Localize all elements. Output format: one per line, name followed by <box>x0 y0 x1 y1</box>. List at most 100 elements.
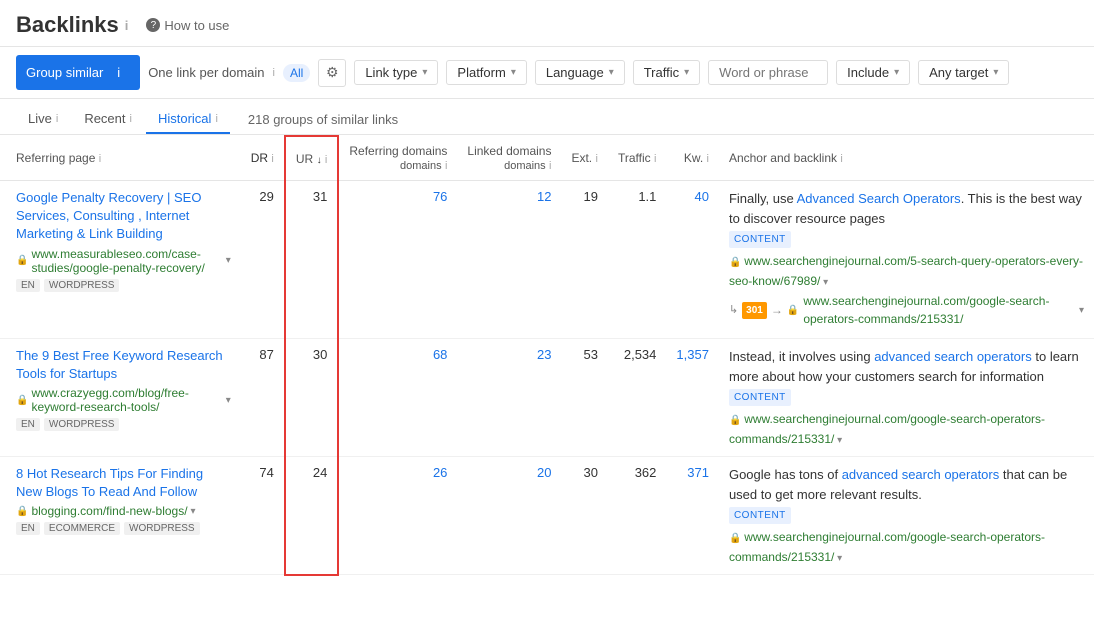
domain-link[interactable]: 🔒 blogging.com/find-new-blogs/ ▾ <box>16 504 231 518</box>
chevron-down-icon: ▾ <box>511 67 516 78</box>
top-bar: Backlinks i ? How to use <box>0 0 1094 47</box>
include-dropdown[interactable]: Include ▾ <box>836 60 910 85</box>
dr-info-icon: i <box>271 153 273 165</box>
col-header-dr[interactable]: DR i <box>241 136 285 181</box>
col-header-referring-domains[interactable]: Referring domains domains i <box>338 136 457 181</box>
chevron-down-icon: ▾ <box>894 67 899 78</box>
domain-link[interactable]: 🔒 www.measurableseo.com/case-studies/goo… <box>16 247 231 275</box>
dropdown-chevron-icon[interactable]: ▾ <box>226 255 231 266</box>
tab-historical[interactable]: Historical i <box>146 105 230 134</box>
historical-info: i <box>215 113 217 125</box>
col-header-linked-domains[interactable]: Linked domains domains i <box>457 136 561 181</box>
redirect-arrow-icon: ↳ <box>729 302 738 319</box>
tab-recent[interactable]: Recent i <box>72 105 144 134</box>
dr-cell: 87 <box>241 339 285 457</box>
backlink-chevron-icon[interactable]: ▾ <box>820 277 828 288</box>
ur-info-icon: i <box>325 154 327 166</box>
linked-domains-cell: 12 <box>457 181 561 339</box>
chevron-down-icon: ▾ <box>609 67 614 78</box>
backlink-url-link[interactable]: www.searchenginejournal.com/5-search-que… <box>729 254 1083 288</box>
referring-domains-link[interactable]: 26 <box>433 465 447 480</box>
dropdown-chevron-icon[interactable]: ▾ <box>226 395 231 406</box>
tag-badge: ECOMMERCE <box>44 522 120 535</box>
linked-domains-link[interactable]: 20 <box>537 465 551 480</box>
anchor-backlink-cell: Google has tons of advanced search opera… <box>719 457 1094 575</box>
page-title-info[interactable]: i <box>125 18 129 33</box>
backlink-lock-icon: 🔒 <box>729 257 744 268</box>
col-header-anchor-backlink[interactable]: Anchor and backlink i <box>719 136 1094 181</box>
content-badge: CONTENT <box>729 507 791 524</box>
kw-cell: 371 <box>666 457 719 575</box>
ext-cell: 30 <box>561 457 607 575</box>
all-badge[interactable]: All <box>283 64 310 82</box>
referring-domains-link[interactable]: 68 <box>433 347 447 362</box>
tag-row: ENWORDPRESS <box>16 279 231 292</box>
recent-info: i <box>130 113 132 125</box>
referring-domains-link[interactable]: 76 <box>433 189 447 204</box>
linked-domains-cell: 23 <box>457 339 561 457</box>
col-header-traffic[interactable]: Traffic i <box>608 136 666 181</box>
traffic-cell: 2,534 <box>608 339 666 457</box>
referring-page-title-link[interactable]: 8 Hot Research Tips For Finding New Blog… <box>16 466 203 499</box>
ur-cell: 30 <box>285 339 338 457</box>
backlink-url-link[interactable]: www.searchenginejournal.com/google-searc… <box>729 412 1045 446</box>
backlinks-table: Referring page i DR i UR ↓ i Referring d… <box>0 135 1094 576</box>
ext-cell: 53 <box>561 339 607 457</box>
redirect-code-badge: 301 <box>742 302 767 319</box>
redirect-target-link[interactable]: www.searchenginejournal.com/google-searc… <box>803 292 1075 328</box>
kw-link[interactable]: 371 <box>687 465 709 480</box>
redirect-chevron-icon[interactable]: ▾ <box>1079 303 1084 318</box>
kw-link[interactable]: 40 <box>694 189 708 204</box>
kw-cell: 1,357 <box>666 339 719 457</box>
table-row: 8 Hot Research Tips For Finding New Blog… <box>0 457 1094 575</box>
groups-count: 218 groups of similar links <box>248 112 398 127</box>
kw-link[interactable]: 1,357 <box>676 347 709 362</box>
backlink-chevron-icon[interactable]: ▾ <box>834 553 842 564</box>
anchor-text-link[interactable]: advanced search operators <box>874 349 1032 364</box>
backlink-url-link[interactable]: www.searchenginejournal.com/google-searc… <box>729 530 1045 564</box>
anchor-text-link[interactable]: Advanced Search Operators <box>797 191 961 206</box>
col-header-ur[interactable]: UR ↓ i <box>285 136 338 181</box>
link-type-dropdown[interactable]: Link type ▾ <box>354 60 438 85</box>
live-info: i <box>56 113 58 125</box>
tag-badge: WORDPRESS <box>124 522 200 535</box>
anchor-backlink-cell: Instead, it involves using advanced sear… <box>719 339 1094 457</box>
platform-dropdown[interactable]: Platform ▾ <box>446 60 526 85</box>
col-header-ext[interactable]: Ext. i <box>561 136 607 181</box>
word-phrase-input[interactable] <box>708 60 828 85</box>
group-similar-button[interactable]: Group similar i <box>16 55 140 90</box>
referring-page-cell: Google Penalty Recovery | SEO Services, … <box>0 181 241 339</box>
col-header-referring-page[interactable]: Referring page i <box>0 136 241 181</box>
tag-row: ENECOMMERCEWORDPRESS <box>16 522 231 535</box>
ext-cell: 19 <box>561 181 607 339</box>
linked-domains-info-icon: i <box>549 160 551 172</box>
referring-page-title-link[interactable]: The 9 Best Free Keyword Research Tools f… <box>16 348 223 381</box>
traffic-dropdown[interactable]: Traffic ▾ <box>633 60 700 85</box>
chevron-down-icon: ▾ <box>422 67 427 78</box>
tab-live[interactable]: Live i <box>16 105 70 134</box>
anchor-backlink-info-icon: i <box>840 153 842 165</box>
referring-page-cell: The 9 Best Free Keyword Research Tools f… <box>0 339 241 457</box>
linked-domains-link[interactable]: 23 <box>537 347 551 362</box>
redirect-row: ↳301→🔒 www.searchenginejournal.com/googl… <box>729 292 1084 328</box>
ur-sort-icon: ↓ <box>317 155 322 166</box>
tabs-bar: Live i Recent i Historical i 218 groups … <box>0 99 1094 135</box>
how-to-use-link[interactable]: ? How to use <box>146 18 229 33</box>
anchor-text-link[interactable]: advanced search operators <box>842 467 1000 482</box>
dropdown-chevron-icon[interactable]: ▾ <box>191 506 196 517</box>
traffic-info-icon: i <box>654 153 656 165</box>
content-badge: CONTENT <box>729 389 791 406</box>
col-header-kw[interactable]: Kw. i <box>666 136 719 181</box>
backlink-chevron-icon[interactable]: ▾ <box>834 435 842 446</box>
gear-icon: ⚙ <box>326 64 339 81</box>
language-dropdown[interactable]: Language ▾ <box>535 60 625 85</box>
any-target-dropdown[interactable]: Any target ▾ <box>918 60 1009 85</box>
settings-button[interactable]: ⚙ <box>318 59 346 87</box>
dr-cell: 74 <box>241 457 285 575</box>
domain-link[interactable]: 🔒 www.crazyegg.com/blog/free-keyword-res… <box>16 386 231 414</box>
page-title: Backlinks <box>16 12 119 38</box>
table-row: The 9 Best Free Keyword Research Tools f… <box>0 339 1094 457</box>
linked-domains-link[interactable]: 12 <box>537 189 551 204</box>
toolbar: Group similar i One link per domain i Al… <box>0 47 1094 99</box>
referring-page-title-link[interactable]: Google Penalty Recovery | SEO Services, … <box>16 190 201 241</box>
